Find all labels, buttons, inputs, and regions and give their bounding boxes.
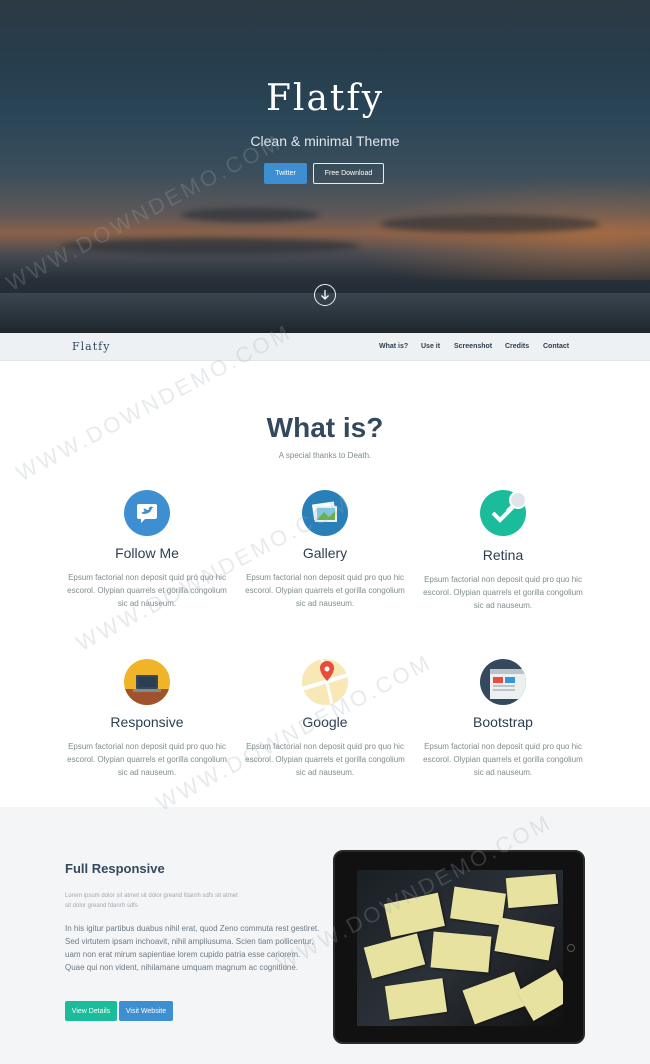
sticky-note xyxy=(505,873,559,909)
feature-google: Google Epsum factorial non deposit quid … xyxy=(240,659,410,779)
tablet-image xyxy=(333,850,585,1044)
cloud xyxy=(380,215,600,233)
full-responsive-lead: Lorem ipsum dolor sit atmet sit dolor gr… xyxy=(65,893,238,909)
feature-description: Epsum factorial non deposit quid pro quo… xyxy=(423,575,583,610)
cloud xyxy=(60,238,360,254)
twitter-button[interactable]: Twitter xyxy=(264,163,307,184)
full-responsive-title: Full Responsive xyxy=(65,861,165,876)
feature-title: Retina xyxy=(482,547,524,563)
feature-title: Follow Me xyxy=(115,545,179,561)
cloud xyxy=(180,208,320,222)
section-title: What is? xyxy=(266,412,384,443)
nav-item-screenshot[interactable]: Screenshot xyxy=(454,343,492,350)
responsive-laptop-icon xyxy=(124,659,170,705)
scroll-down-icon[interactable] xyxy=(314,284,336,306)
feature-description: Epsum factorial non deposit quid pro quo… xyxy=(67,742,227,777)
navbar: Flatfy What is? Use it Screenshot Credit… xyxy=(0,333,650,361)
retina-check-icon xyxy=(480,490,527,536)
browser-icon xyxy=(480,659,526,705)
tablet-screen xyxy=(357,870,563,1026)
feature-description: Epsum factorial non deposit quid pro quo… xyxy=(245,573,405,608)
map-pin-icon xyxy=(302,659,348,705)
feature-gallery: Gallery Epsum factorial non deposit quid… xyxy=(240,490,410,610)
sticky-note xyxy=(494,917,555,961)
feature-retina: Retina Epsum factorial non deposit quid … xyxy=(418,490,588,612)
feature-bootstrap: Bootstrap Epsum factorial non deposit qu… xyxy=(418,659,588,779)
tablet-home-button xyxy=(567,944,575,952)
feature-title: Responsive xyxy=(110,714,184,730)
view-details-button[interactable]: View Details xyxy=(65,1001,117,1021)
full-responsive-section: Full Responsive Lorem ipsum dolor sit at… xyxy=(0,807,650,1064)
feature-responsive: Responsive Epsum factorial non deposit q… xyxy=(62,659,232,779)
feature-follow-me: Follow Me Epsum factorial non deposit qu… xyxy=(62,490,232,610)
feature-title: Google xyxy=(302,714,348,730)
full-responsive-body: In his igitur partibus duabus nihil erat… xyxy=(65,924,320,972)
nav-item-contact[interactable]: Contact xyxy=(543,343,569,350)
nav-item-credits[interactable]: Credits xyxy=(505,343,529,350)
visit-website-button[interactable]: Visit Website xyxy=(119,1001,173,1021)
sticky-note xyxy=(462,971,527,1025)
sticky-note xyxy=(384,892,445,938)
sticky-note xyxy=(516,969,563,1021)
feature-description: Epsum factorial non deposit quid pro quo… xyxy=(423,742,583,777)
sticky-note xyxy=(363,933,426,979)
sticky-note xyxy=(384,978,448,1020)
free-download-button[interactable]: Free Download xyxy=(313,163,384,184)
twitter-icon xyxy=(124,490,170,536)
feature-title: Gallery xyxy=(302,545,348,561)
feature-title: Bootstrap xyxy=(473,714,533,730)
gallery-icon xyxy=(302,490,348,536)
sticky-note xyxy=(430,931,492,973)
hero-subtitle: Clean & minimal Theme xyxy=(250,133,400,149)
hero-title: Flatfy xyxy=(265,78,385,119)
section-subtitle: A special thanks to Death. xyxy=(278,451,372,460)
nav-item-what-is[interactable]: What is? xyxy=(379,343,408,350)
nav-item-use-it[interactable]: Use it xyxy=(421,343,440,350)
navbar-brand[interactable]: Flatfy xyxy=(72,340,110,353)
feature-description: Epsum factorial non deposit quid pro quo… xyxy=(245,742,405,777)
hero-section: Flatfy Clean & minimal Theme Twitter Fre… xyxy=(0,0,650,333)
sticky-note xyxy=(450,886,506,926)
feature-description: Epsum factorial non deposit quid pro quo… xyxy=(67,573,227,608)
arrow-down-icon xyxy=(321,290,329,300)
